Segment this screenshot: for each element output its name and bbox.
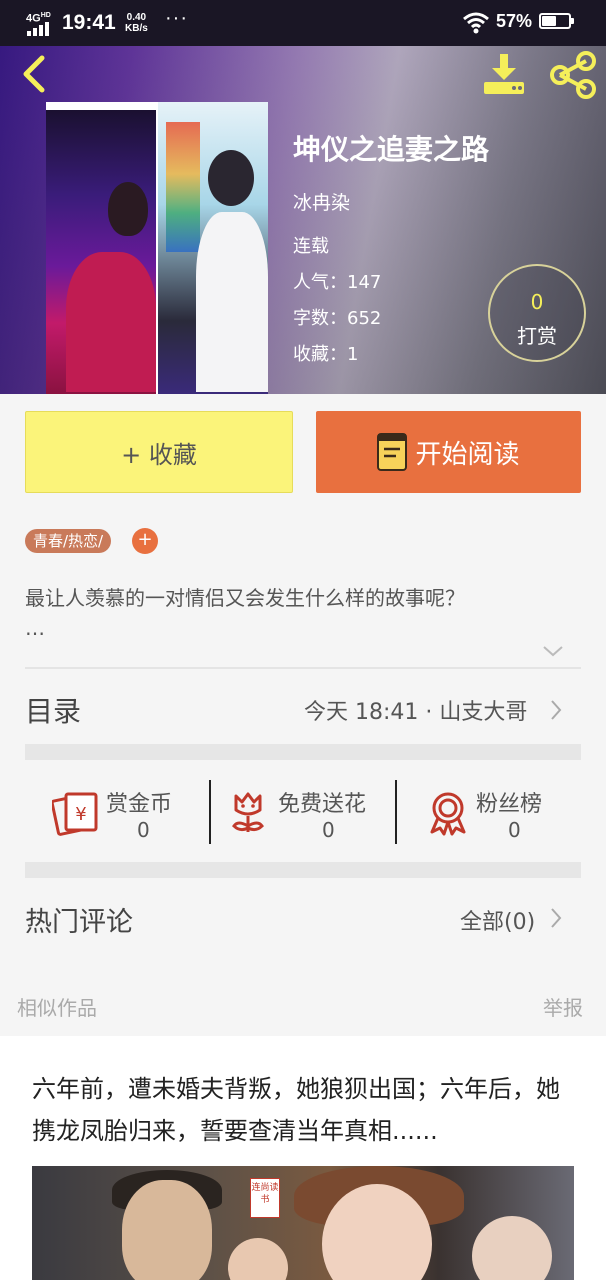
- book-author[interactable]: 冰冉染: [293, 188, 350, 215]
- start-reading-label: 开始阅读: [415, 439, 520, 470]
- toc-label[interactable]: 目录: [25, 690, 81, 730]
- collect-button[interactable]: + 收藏: [25, 411, 293, 493]
- more-notifications: ···: [165, 7, 188, 29]
- publisher-badge: 连尚读书: [250, 1178, 280, 1218]
- reward-count: 0: [530, 290, 544, 314]
- stat-divider: [209, 780, 211, 844]
- free-flower-value: 0: [322, 818, 335, 842]
- description-text: 最让人羡慕的一对情侣又会发生什么样的故事呢？: [25, 586, 465, 610]
- fan-ranking-value: 0: [508, 818, 521, 842]
- fan-ranking-stat[interactable]: 粉丝榜 0: [428, 784, 568, 846]
- reward-button[interactable]: 0 打赏: [488, 264, 586, 362]
- network-speed: 0.40 KB/s: [125, 12, 148, 34]
- coin-reward-stat[interactable]: ¥ 赏金币 0: [52, 784, 202, 846]
- similar-works-label: 相似作品: [17, 996, 97, 1020]
- chevron-right-icon[interactable]: [549, 698, 563, 722]
- toc-latest-update[interactable]: 今天 18:41 · 山支大哥: [304, 694, 527, 726]
- similar-work-card[interactable]: 六年前，遭未婚夫背叛，她狼狈出国；六年后，她携龙凤胎归来，誓要查清当年真相...…: [0, 1036, 606, 1280]
- wifi-icon: [463, 12, 489, 34]
- book-description: 最让人羡慕的一对情侣又会发生什么样的故事呢？ …: [25, 583, 575, 643]
- flower-icon: [232, 792, 264, 832]
- stat-divider: [395, 780, 397, 844]
- medal-icon: [430, 792, 466, 836]
- status-bar: 4GHD 19:41 0.40 KB/s ··· 57%: [0, 0, 606, 46]
- free-flower-stat[interactable]: 免费送花 0: [230, 784, 390, 846]
- start-reading-button[interactable]: 开始阅读: [316, 411, 581, 493]
- book-title: 坤仪之追妻之路: [293, 133, 490, 166]
- coin-reward-value: 0: [137, 818, 150, 842]
- coin-reward-label: 赏金币: [106, 792, 173, 817]
- fan-ranking-label: 粉丝榜: [476, 792, 543, 817]
- divider: [25, 667, 581, 669]
- report-link[interactable]: 举报: [543, 992, 583, 1021]
- description-ellipsis: …: [25, 616, 45, 640]
- chevron-down-icon[interactable]: [542, 644, 564, 658]
- free-flower-label: 免费送花: [278, 792, 367, 817]
- add-tag-button[interactable]: +: [132, 528, 158, 554]
- book-status: 连载: [293, 236, 329, 257]
- section-separator: [25, 744, 581, 760]
- battery-percent: 57%: [496, 11, 533, 31]
- back-arrow-icon[interactable]: [16, 54, 52, 94]
- hot-comments-label: 热门评论: [25, 907, 133, 938]
- reward-label: 打赏: [517, 324, 557, 348]
- all-comments-link[interactable]: 全部(0): [460, 904, 535, 936]
- book-cover[interactable]: [46, 102, 268, 394]
- share-icon[interactable]: [548, 50, 598, 100]
- clock: 19:41: [62, 11, 116, 34]
- book-word-count: 字数：652: [293, 308, 382, 329]
- book-header: 坤仪之追妻之路 冰冉染 连载 人气：147 字数：652 收藏：1 0 打赏: [0, 46, 606, 394]
- download-icon[interactable]: [480, 50, 528, 98]
- battery-icon: [539, 13, 574, 29]
- red-envelope-icon: ¥: [52, 792, 98, 836]
- section-separator: [25, 862, 581, 878]
- similar-work-cover[interactable]: 连尚读书: [32, 1166, 574, 1280]
- svg-text:¥: ¥: [75, 804, 86, 825]
- book-favorites: 收藏：1: [293, 344, 359, 365]
- similar-work-summary: 六年前，遭未婚夫背叛，她狼狈出国；六年后，她携龙凤胎归来，誓要查清当年真相...…: [32, 1075, 560, 1145]
- genre-tag[interactable]: 青春/热恋/: [25, 529, 112, 553]
- book-icon: [377, 433, 408, 471]
- chevron-right-icon[interactable]: [549, 906, 563, 930]
- signal-icon: [27, 22, 49, 36]
- collect-button-label: + 收藏: [121, 440, 197, 469]
- book-popularity: 人气：147: [293, 272, 382, 293]
